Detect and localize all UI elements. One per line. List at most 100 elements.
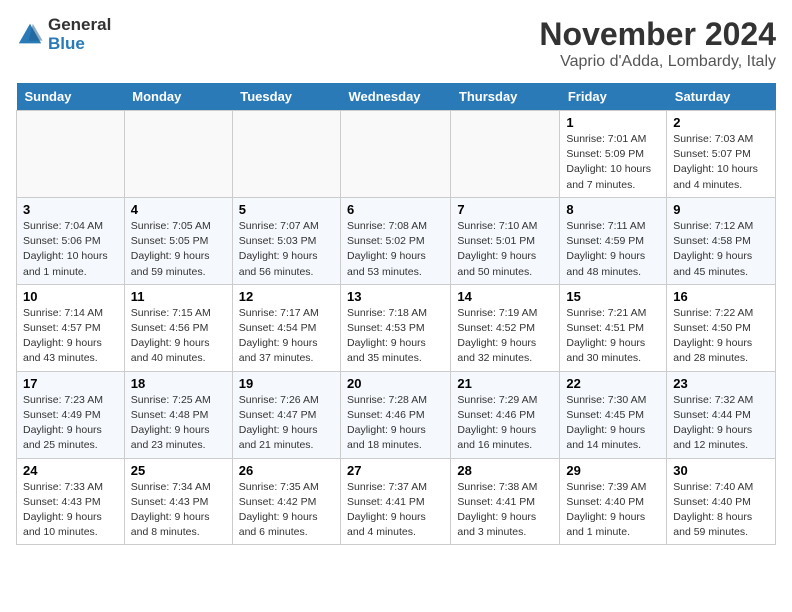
day-number: 15 [566, 289, 660, 304]
calendar-cell: 6 Sunrise: 7:08 AM Sunset: 5:02 PM Daylig… [341, 197, 451, 284]
weekday-header-wednesday: Wednesday [341, 83, 451, 111]
calendar-cell: 2Sunrise: 7:03 AM Sunset: 5:07 PM Daylig… [667, 111, 776, 198]
weekday-header-saturday: Saturday [667, 83, 776, 111]
month-title: November 2024 [539, 16, 776, 53]
logo-text-blue: Blue [48, 35, 111, 54]
day-number: 30 [673, 463, 769, 478]
calendar-cell [341, 111, 451, 198]
day-number: 16 [673, 289, 769, 304]
day-info: Sunrise: 7:38 AM Sunset: 4:41 PM Dayligh… [457, 480, 553, 541]
calendar-cell: 8 Sunrise: 7:11 AM Sunset: 4:59 PM Daylig… [560, 197, 667, 284]
day-info: Sunrise: 7:22 AM Sunset: 4:50 PM Dayligh… [673, 306, 769, 367]
calendar-cell: 18 Sunrise: 7:25 AM Sunset: 4:48 PM Dayli… [124, 371, 232, 458]
weekday-header-tuesday: Tuesday [232, 83, 340, 111]
calendar-cell [17, 111, 125, 198]
weekday-header-sunday: Sunday [17, 83, 125, 111]
day-info: Sunrise: 7:14 AM Sunset: 4:57 PM Dayligh… [23, 306, 118, 367]
calendar-cell: 30 Sunrise: 7:40 AM Sunset: 4:40 PM Dayli… [667, 458, 776, 545]
day-info: Sunrise: 7:39 AM Sunset: 4:40 PM Dayligh… [566, 480, 660, 541]
day-number: 3 [23, 202, 118, 217]
day-number: 9 [673, 202, 769, 217]
day-info: Sunrise: 7:25 AM Sunset: 4:48 PM Dayligh… [131, 393, 226, 454]
day-number: 25 [131, 463, 226, 478]
calendar-cell: 14Sunrise: 7:19 AM Sunset: 4:52 PM Dayli… [451, 284, 560, 371]
calendar-week-row: 10 Sunrise: 7:14 AM Sunset: 4:57 PM Dayli… [17, 284, 776, 371]
calendar-cell: 22 Sunrise: 7:30 AM Sunset: 4:45 PM Dayli… [560, 371, 667, 458]
day-info: Sunrise: 7:23 AM Sunset: 4:49 PM Dayligh… [23, 393, 118, 454]
calendar-cell: 7 Sunrise: 7:10 AM Sunset: 5:01 PM Daylig… [451, 197, 560, 284]
day-info: Sunrise: 7:15 AM Sunset: 4:56 PM Dayligh… [131, 306, 226, 367]
calendar-cell: 4 Sunrise: 7:05 AM Sunset: 5:05 PM Daylig… [124, 197, 232, 284]
calendar-cell: 13 Sunrise: 7:18 AM Sunset: 4:53 PM Dayli… [341, 284, 451, 371]
title-section: November 2024 Vaprio d'Adda, Lombardy, I… [539, 16, 776, 71]
day-info: Sunrise: 7:08 AM Sunset: 5:02 PM Dayligh… [347, 219, 444, 280]
calendar-cell: 1 Sunrise: 7:01 AM Sunset: 5:09 PM Daylig… [560, 111, 667, 198]
calendar-cell: 25 Sunrise: 7:34 AM Sunset: 4:43 PM Dayli… [124, 458, 232, 545]
calendar-cell: 27 Sunrise: 7:37 AM Sunset: 4:41 PM Dayli… [341, 458, 451, 545]
day-number: 20 [347, 376, 444, 391]
day-number: 7 [457, 202, 553, 217]
calendar-cell [451, 111, 560, 198]
calendar-cell: 10 Sunrise: 7:14 AM Sunset: 4:57 PM Dayli… [17, 284, 125, 371]
day-info: Sunrise: 7:21 AM Sunset: 4:51 PM Dayligh… [566, 306, 660, 367]
day-number: 8 [566, 202, 660, 217]
logo-text-general: General [48, 16, 111, 35]
day-info: Sunrise: 7:29 AM Sunset: 4:46 PM Dayligh… [457, 393, 553, 454]
day-info: Sunrise: 7:37 AM Sunset: 4:41 PM Dayligh… [347, 480, 444, 541]
day-info: Sunrise: 7:33 AM Sunset: 4:43 PM Dayligh… [23, 480, 118, 541]
calendar-cell: 24 Sunrise: 7:33 AM Sunset: 4:43 PM Dayli… [17, 458, 125, 545]
day-info: Sunrise: 7:05 AM Sunset: 5:05 PM Dayligh… [131, 219, 226, 280]
day-info: Sunrise: 7:10 AM Sunset: 5:01 PM Dayligh… [457, 219, 553, 280]
day-number: 10 [23, 289, 118, 304]
calendar-cell: 16 Sunrise: 7:22 AM Sunset: 4:50 PM Dayli… [667, 284, 776, 371]
calendar-cell [232, 111, 340, 198]
day-number: 19 [239, 376, 334, 391]
calendar-cell [124, 111, 232, 198]
calendar-cell: 29Sunrise: 7:39 AM Sunset: 4:40 PM Dayli… [560, 458, 667, 545]
day-info: Sunrise: 7:12 AM Sunset: 4:58 PM Dayligh… [673, 219, 769, 280]
calendar-week-row: 24 Sunrise: 7:33 AM Sunset: 4:43 PM Dayli… [17, 458, 776, 545]
calendar-cell: 3Sunrise: 7:04 AM Sunset: 5:06 PM Daylig… [17, 197, 125, 284]
calendar-table: SundayMondayTuesdayWednesdayThursdayFrid… [16, 83, 776, 545]
day-number: 24 [23, 463, 118, 478]
calendar-cell: 20Sunrise: 7:28 AM Sunset: 4:46 PM Dayli… [341, 371, 451, 458]
day-number: 1 [566, 115, 660, 130]
day-info: Sunrise: 7:30 AM Sunset: 4:45 PM Dayligh… [566, 393, 660, 454]
calendar-cell: 15 Sunrise: 7:21 AM Sunset: 4:51 PM Dayli… [560, 284, 667, 371]
calendar-cell: 19 Sunrise: 7:26 AM Sunset: 4:47 PM Dayli… [232, 371, 340, 458]
day-number: 6 [347, 202, 444, 217]
day-info: Sunrise: 7:32 AM Sunset: 4:44 PM Dayligh… [673, 393, 769, 454]
weekday-header-friday: Friday [560, 83, 667, 111]
logo-icon [16, 21, 44, 49]
header: General Blue November 2024 Vaprio d'Adda… [16, 16, 776, 71]
day-info: Sunrise: 7:11 AM Sunset: 4:59 PM Dayligh… [566, 219, 660, 280]
day-number: 4 [131, 202, 226, 217]
day-info: Sunrise: 7:07 AM Sunset: 5:03 PM Dayligh… [239, 219, 334, 280]
day-number: 12 [239, 289, 334, 304]
day-number: 28 [457, 463, 553, 478]
day-number: 22 [566, 376, 660, 391]
calendar-week-row: 3Sunrise: 7:04 AM Sunset: 5:06 PM Daylig… [17, 197, 776, 284]
day-number: 13 [347, 289, 444, 304]
calendar-week-row: 17Sunrise: 7:23 AM Sunset: 4:49 PM Dayli… [17, 371, 776, 458]
day-info: Sunrise: 7:01 AM Sunset: 5:09 PM Dayligh… [566, 132, 660, 193]
day-info: Sunrise: 7:26 AM Sunset: 4:47 PM Dayligh… [239, 393, 334, 454]
day-info: Sunrise: 7:34 AM Sunset: 4:43 PM Dayligh… [131, 480, 226, 541]
day-info: Sunrise: 7:18 AM Sunset: 4:53 PM Dayligh… [347, 306, 444, 367]
weekday-header-monday: Monday [124, 83, 232, 111]
calendar-cell: 9 Sunrise: 7:12 AM Sunset: 4:58 PM Daylig… [667, 197, 776, 284]
calendar-cell: 26Sunrise: 7:35 AM Sunset: 4:42 PM Dayli… [232, 458, 340, 545]
day-info: Sunrise: 7:19 AM Sunset: 4:52 PM Dayligh… [457, 306, 553, 367]
weekday-header-row: SundayMondayTuesdayWednesdayThursdayFrid… [17, 83, 776, 111]
logo: General Blue [16, 16, 111, 53]
calendar-cell: 17Sunrise: 7:23 AM Sunset: 4:49 PM Dayli… [17, 371, 125, 458]
day-number: 27 [347, 463, 444, 478]
day-info: Sunrise: 7:17 AM Sunset: 4:54 PM Dayligh… [239, 306, 334, 367]
calendar-cell: 28 Sunrise: 7:38 AM Sunset: 4:41 PM Dayli… [451, 458, 560, 545]
day-info: Sunrise: 7:35 AM Sunset: 4:42 PM Dayligh… [239, 480, 334, 541]
day-number: 23 [673, 376, 769, 391]
calendar-cell: 23 Sunrise: 7:32 AM Sunset: 4:44 PM Dayli… [667, 371, 776, 458]
day-info: Sunrise: 7:40 AM Sunset: 4:40 PM Dayligh… [673, 480, 769, 541]
day-number: 18 [131, 376, 226, 391]
day-number: 11 [131, 289, 226, 304]
